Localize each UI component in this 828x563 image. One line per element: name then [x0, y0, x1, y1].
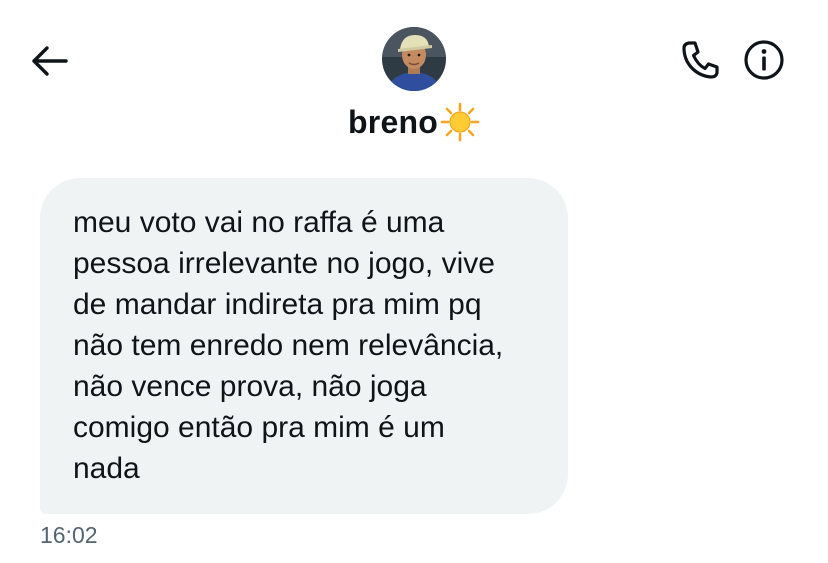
message-bubble[interactable]: meu voto vai no raffa é uma pessoa irrel…: [40, 178, 568, 514]
message-timestamp: 16:02: [40, 522, 98, 548]
message-line: de mandar indireta pra mim pq: [73, 288, 482, 321]
message-line: não tem enredo nem relevância,: [73, 329, 504, 362]
contact-name-row: breno: [0, 102, 828, 142]
back-button[interactable]: [28, 40, 70, 82]
message-line: não vence prova, não joga: [73, 370, 427, 403]
message-line: comigo então pra mim é um: [73, 411, 445, 444]
call-button[interactable]: [674, 36, 726, 84]
contact-avatar[interactable]: [382, 27, 446, 91]
sun-emoji-icon: [440, 102, 480, 142]
message-line: nada: [73, 452, 140, 485]
profile-avatar: [382, 27, 446, 91]
arrow-left-icon: [32, 46, 68, 76]
message-line: pessoa irrelevante no jogo, vive: [73, 247, 495, 280]
info-icon: [744, 40, 784, 80]
contact-name: breno: [348, 103, 438, 140]
phone-icon: [682, 41, 719, 79]
message-line: meu voto vai no raffa é uma: [73, 206, 445, 239]
conversation-info-button[interactable]: [738, 36, 790, 84]
